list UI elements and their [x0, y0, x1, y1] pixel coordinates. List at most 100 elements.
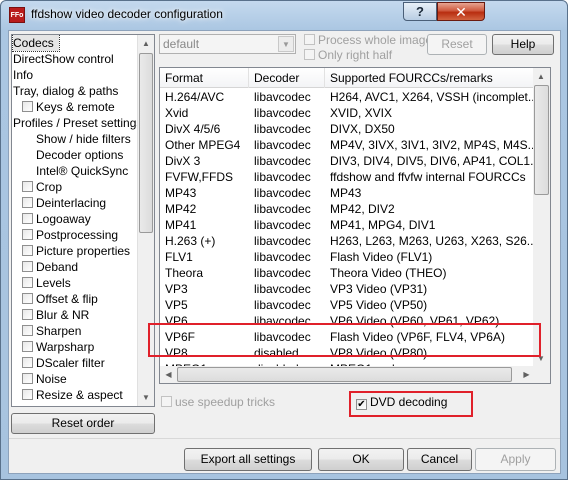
- table-scroll-thumb[interactable]: [534, 85, 549, 195]
- dvd-decoding-option[interactable]: ✔ DVD decoding: [356, 395, 447, 410]
- tree-item-checkbox[interactable]: [22, 357, 33, 368]
- table-row[interactable]: FVFW,FFDS libavcodec ffdshow and ffvfw int…: [160, 169, 535, 185]
- table-row[interactable]: MP43 libavcodec MP43: [160, 185, 535, 201]
- tree-item[interactable]: Profiles / Preset settings: [13, 115, 142, 131]
- table-row[interactable]: VP3 libavcodec VP3 Video (VP31): [160, 281, 535, 297]
- tree-item[interactable]: Sharpen: [22, 323, 81, 339]
- process-whole-image-checkbox[interactable]: [304, 34, 315, 45]
- tree-item[interactable]: Offset & flip: [22, 291, 98, 307]
- tree-item[interactable]: Intel® QuickSync: [22, 163, 128, 179]
- table-row[interactable]: Xvid libavcodec XVID, XVIX: [160, 105, 535, 121]
- preset-dropdown[interactable]: default ▼: [159, 34, 296, 54]
- column-header-fourccs[interactable]: Supported FOURCCs/remarks: [325, 68, 535, 88]
- tree-item-label: Resize & aspect: [36, 388, 123, 402]
- tree-item[interactable]: Codecs: [12, 35, 60, 52]
- tree-item-checkbox[interactable]: [22, 181, 33, 192]
- help-button[interactable]: Help: [492, 34, 554, 55]
- tree-item[interactable]: Borders: [22, 403, 78, 406]
- table-cell-format: Theora: [165, 266, 204, 280]
- tree-item[interactable]: Keys & remote: [22, 99, 115, 115]
- tree-item[interactable]: Levels: [22, 275, 71, 291]
- table-row[interactable]: DivX 4/5/6 libavcodec DIVX, DX50: [160, 121, 535, 137]
- tree-item[interactable]: Decoder options: [22, 147, 123, 163]
- tree-item-checkbox[interactable]: [22, 197, 33, 208]
- tree-scrollbar[interactable]: ▲ ▼: [137, 35, 154, 406]
- cancel-button[interactable]: Cancel: [407, 448, 472, 471]
- tree-item[interactable]: Resize & aspect: [22, 387, 123, 403]
- tree-item-checkbox[interactable]: [22, 261, 33, 272]
- table-cell-decoder: libavcodec: [254, 330, 311, 344]
- column-header-decoder[interactable]: Decoder: [249, 68, 325, 88]
- tree-item[interactable]: Crop: [22, 179, 62, 195]
- tree-item-checkbox[interactable]: [22, 293, 33, 304]
- tree-item[interactable]: Postprocessing: [22, 227, 118, 243]
- tree-scroll-thumb[interactable]: [139, 53, 153, 233]
- tree-item-checkbox[interactable]: [22, 389, 33, 400]
- table-row[interactable]: VP5 libavcodec VP5 Video (VP50): [160, 297, 535, 313]
- tree-item-label: Intel® QuickSync: [36, 164, 129, 178]
- apply-button[interactable]: Apply: [475, 448, 556, 471]
- table-row[interactable]: Theora libavcodec Theora Video (THEO): [160, 265, 535, 281]
- table-row[interactable]: VP6F libavcodec Flash Video (VP6F, FLV4, V…: [160, 329, 535, 345]
- scroll-left-icon[interactable]: ◀: [160, 366, 177, 383]
- scroll-down-icon[interactable]: ▼: [138, 389, 154, 406]
- table-row[interactable]: VP8 disabled VP8 Video (VP80): [160, 345, 535, 361]
- tree-item-checkbox[interactable]: [22, 101, 33, 112]
- only-right-half-option[interactable]: Only right half: [304, 48, 392, 63]
- tree-item-checkbox[interactable]: [22, 229, 33, 240]
- tree-item-checkbox[interactable]: [22, 325, 33, 336]
- tree-item[interactable]: DirectShow control: [13, 51, 114, 67]
- only-right-half-checkbox[interactable]: [304, 49, 315, 60]
- tree-item-checkbox[interactable]: [22, 277, 33, 288]
- tree-item[interactable]: Warpsharp: [22, 339, 94, 355]
- title-bar[interactable]: FFo ffdshow video decoder configuration …: [1, 1, 567, 29]
- tree-item[interactable]: Show / hide filters: [22, 131, 131, 147]
- table-cell-format: MP43: [165, 186, 197, 200]
- column-header-format[interactable]: Format: [160, 68, 249, 88]
- use-speedup-tricks-checkbox[interactable]: [161, 396, 172, 407]
- codec-table[interactable]: Format Decoder Supported FOURCCs/remarks…: [159, 67, 551, 384]
- table-vertical-scrollbar[interactable]: ▲ ▼: [533, 68, 550, 367]
- tree-item-label: Decoder options: [36, 148, 124, 162]
- tree-item[interactable]: Blur & NR: [22, 307, 89, 323]
- chevron-down-icon[interactable]: ▼: [278, 36, 294, 52]
- tree-item-checkbox[interactable]: [22, 213, 33, 224]
- tree-item[interactable]: Logoaway: [22, 211, 91, 227]
- tree-item[interactable]: Info: [13, 67, 33, 83]
- tree-item-checkbox[interactable]: [22, 373, 33, 384]
- scroll-up-icon[interactable]: ▲: [138, 35, 154, 52]
- ok-button[interactable]: OK: [318, 448, 404, 471]
- table-row[interactable]: H.263 (+) libavcodec H263, L263, M263, U26…: [160, 233, 535, 249]
- tree-item[interactable]: Tray, dialog & paths: [13, 83, 118, 99]
- table-row[interactable]: MP42 libavcodec MP42, DIV2: [160, 201, 535, 217]
- table-row[interactable]: VP6 libavcodec VP6 Video (VP60, VP61, VP62…: [160, 313, 535, 329]
- use-speedup-tricks-option[interactable]: use speedup tricks: [161, 395, 275, 410]
- reset-button[interactable]: Reset: [427, 34, 487, 55]
- tree-item-checkbox[interactable]: [22, 341, 33, 352]
- tree-item[interactable]: DScaler filter: [22, 355, 105, 371]
- tree-item[interactable]: Picture properties: [22, 243, 130, 259]
- scroll-down-icon[interactable]: ▼: [533, 350, 549, 367]
- table-cell-decoder: libavcodec: [254, 282, 311, 296]
- table-row[interactable]: H.264/AVC libavcodec H264, AVC1, X264, VSS…: [160, 89, 535, 105]
- table-row[interactable]: Other MPEG4 libavcodec MP4V, 3IVX, 3IV1, 3…: [160, 137, 535, 153]
- close-button[interactable]: ✕: [437, 2, 485, 21]
- export-all-settings-button[interactable]: Export all settings: [184, 448, 312, 471]
- dvd-decoding-checkbox[interactable]: ✔: [356, 399, 367, 410]
- table-hscroll-thumb[interactable]: [177, 367, 512, 382]
- table-horizontal-scrollbar[interactable]: ◀ ▶: [160, 366, 535, 383]
- tree-item-checkbox[interactable]: [22, 245, 33, 256]
- tree-item[interactable]: Deinterlacing: [22, 195, 106, 211]
- tree-item[interactable]: Deband: [22, 259, 78, 275]
- table-row[interactable]: FLV1 libavcodec Flash Video (FLV1): [160, 249, 535, 265]
- table-cell-decoder: libavcodec: [254, 266, 311, 280]
- scroll-up-icon[interactable]: ▲: [533, 68, 549, 85]
- tree-item-checkbox[interactable]: [22, 309, 33, 320]
- tree-item[interactable]: Noise: [22, 371, 67, 387]
- table-row[interactable]: DivX 3 libavcodec DIV3, DIV4, DIV5, DIV6, …: [160, 153, 535, 169]
- settings-tree[interactable]: Codecs DirectShow control Info Tray, dialog…: [11, 34, 155, 407]
- process-whole-image-option[interactable]: Process whole image: [304, 33, 432, 48]
- table-row[interactable]: MP41 libavcodec MP41, MPG4, DIV1: [160, 217, 535, 233]
- reset-order-button[interactable]: Reset order: [11, 413, 155, 434]
- help-caption-button[interactable]: ?: [403, 2, 437, 21]
